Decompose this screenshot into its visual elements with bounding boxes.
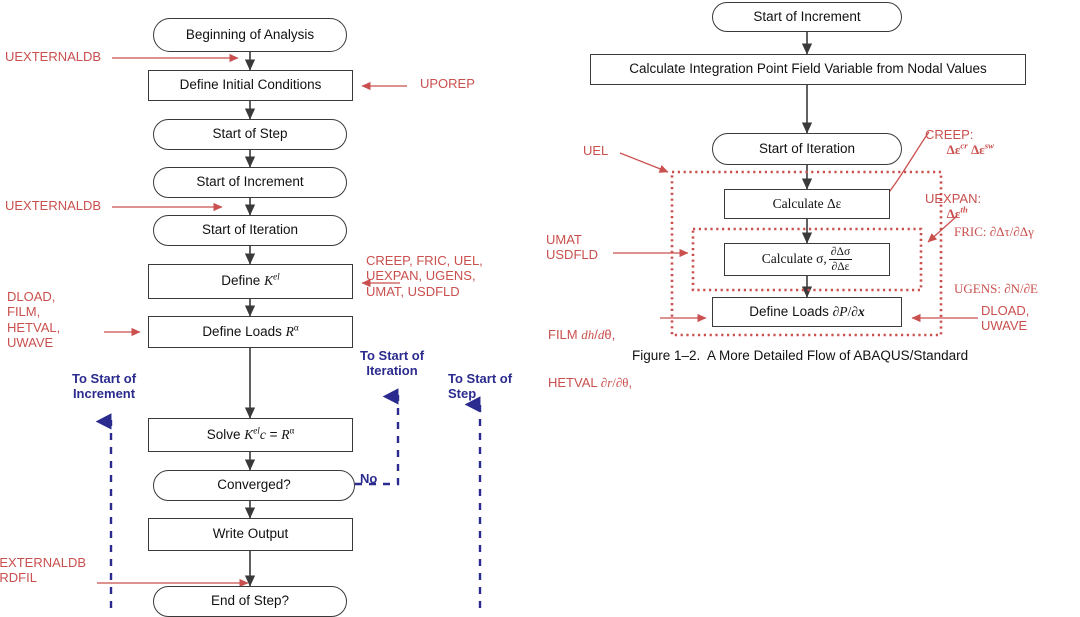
creep-line: CREEP: Δεcr Δεsw bbox=[925, 126, 995, 157]
node-label: Calculate Integration Point Field Variab… bbox=[629, 61, 987, 77]
node-define-initial-conditions[interactable]: Define Initial Conditions bbox=[148, 70, 353, 101]
node-label: Start of Iteration bbox=[758, 140, 856, 156]
label-text: To Start of Iteration bbox=[360, 348, 425, 379]
node-label: Define Initial Conditions bbox=[179, 77, 322, 93]
node-start-of-step[interactable]: Start of Step bbox=[153, 119, 347, 150]
node-label: Converged? bbox=[217, 477, 291, 493]
label-uporep: UPOREP bbox=[420, 76, 475, 91]
node-converged[interactable]: Converged? bbox=[153, 470, 355, 501]
node-define-loads-dp-dx[interactable]: Define Loads ∂P/∂x bbox=[712, 297, 902, 327]
label-no-branch: No bbox=[360, 471, 378, 486]
node-start-of-increment[interactable]: Start of Increment bbox=[153, 167, 347, 198]
node-calculate-delta-epsilon[interactable]: Calculate Δε bbox=[724, 189, 890, 219]
node-label: End of Step? bbox=[210, 593, 290, 609]
frac-denominator: ∂Δε bbox=[831, 260, 850, 273]
label-uexternaldb-1: UEXTERNALDB bbox=[5, 49, 102, 64]
label-text: UMAT USDFLD bbox=[546, 232, 599, 263]
node-define-k-el[interactable]: Define Kel bbox=[148, 264, 353, 299]
figure-canvas: Beginning of Analysis Define Initial Con… bbox=[0, 0, 1080, 617]
film-line: FILM dh/dθ, bbox=[548, 326, 616, 342]
frac-numerator: ∂Δσ bbox=[828, 245, 853, 260]
node-beginning-of-analysis[interactable]: Beginning of Analysis bbox=[153, 18, 347, 52]
node-label: Beginning of Analysis bbox=[185, 26, 315, 42]
node-right-start-of-increment[interactable]: Start of Increment bbox=[712, 2, 902, 32]
label-umat-usdfld: UMAT USDFLD bbox=[546, 232, 598, 263]
node-label: Start of Increment bbox=[196, 174, 304, 190]
node-label: Define Loads Rα bbox=[202, 322, 299, 339]
node-end-of-step[interactable]: End of Step? bbox=[153, 586, 347, 617]
hetval-line: HETVAL ∂r/∂θ, bbox=[548, 374, 633, 390]
label-dload-uwave: DLOAD, UWAVE bbox=[981, 303, 1029, 334]
node-start-of-iteration[interactable]: Start of Iteration bbox=[153, 215, 347, 246]
node-right-start-of-iteration[interactable]: Start of Iteration bbox=[712, 133, 902, 165]
node-label: Define Kel bbox=[221, 271, 280, 289]
figure-caption: Figure 1–2. A More Detailed Flow of ABAQ… bbox=[632, 348, 969, 363]
node-label: Write Output bbox=[212, 526, 289, 542]
node-label: Solve Kelc = Rα bbox=[206, 425, 295, 442]
node-solve-k-el-c-r-alpha[interactable]: Solve Kelc = Rα bbox=[148, 418, 353, 452]
node-define-loads-r-alpha[interactable]: Define Loads Rα bbox=[148, 316, 353, 348]
node-label: Start of Increment bbox=[753, 8, 861, 24]
node-write-output[interactable]: Write Output bbox=[148, 518, 353, 551]
uel-leader bbox=[619, 152, 669, 173]
label-to-start-of-iteration: To Start of Iteration bbox=[360, 348, 424, 379]
node-label: Calculate σ, ∂Δσ ∂Δε bbox=[761, 245, 853, 273]
label-uexternaldb-2: UEXTERNALDB bbox=[5, 198, 102, 213]
label-uel: UEL bbox=[583, 143, 609, 158]
label-film-hetval: FILM dh/dθ, HETVAL ∂r/∂θ, bbox=[548, 296, 632, 421]
label-to-start-of-step: To Start of Step bbox=[448, 371, 512, 402]
label-to-start-of-increment: To Start of Increment bbox=[72, 371, 136, 402]
label-creep-fric-uel-group: CREEP, FRIC, UEL, UEXPAN, UGENS, UMAT, U… bbox=[366, 253, 483, 299]
label-dload-film-group: DLOAD, FILM, HETVAL, UWAVE bbox=[7, 289, 60, 350]
label-text: UEXTERNALDB URDFIL bbox=[0, 555, 87, 586]
node-label: Start of Step bbox=[212, 126, 288, 142]
node-label: Calculate Δε bbox=[772, 195, 842, 211]
fric-line: FRIC: ∂Δτ/∂Δγ bbox=[954, 223, 1034, 239]
creep-name: CREEP: bbox=[925, 126, 974, 142]
label-text: To Start of Step bbox=[448, 371, 513, 402]
node-label: Start of Iteration bbox=[201, 222, 299, 238]
label-text: DLOAD, UWAVE bbox=[981, 303, 1030, 334]
node-calculate-sigma[interactable]: Calculate σ, ∂Δσ ∂Δε bbox=[724, 243, 890, 276]
ugens-line: UGENS: ∂N/∂E bbox=[954, 280, 1038, 296]
node-calculate-integration-point[interactable]: Calculate Integration Point Field Variab… bbox=[590, 54, 1026, 85]
label-text: To Start of Increment bbox=[72, 371, 137, 402]
node-label: Define Loads ∂P/∂x bbox=[749, 303, 865, 319]
label-text: DLOAD, FILM, HETVAL, UWAVE bbox=[7, 289, 61, 350]
label-uexternaldb-urdfil: UEXTERNALDB URDFIL bbox=[0, 555, 86, 586]
label-text: CREEP, FRIC, UEL, UEXPAN, UGENS, UMAT, U… bbox=[366, 253, 483, 299]
